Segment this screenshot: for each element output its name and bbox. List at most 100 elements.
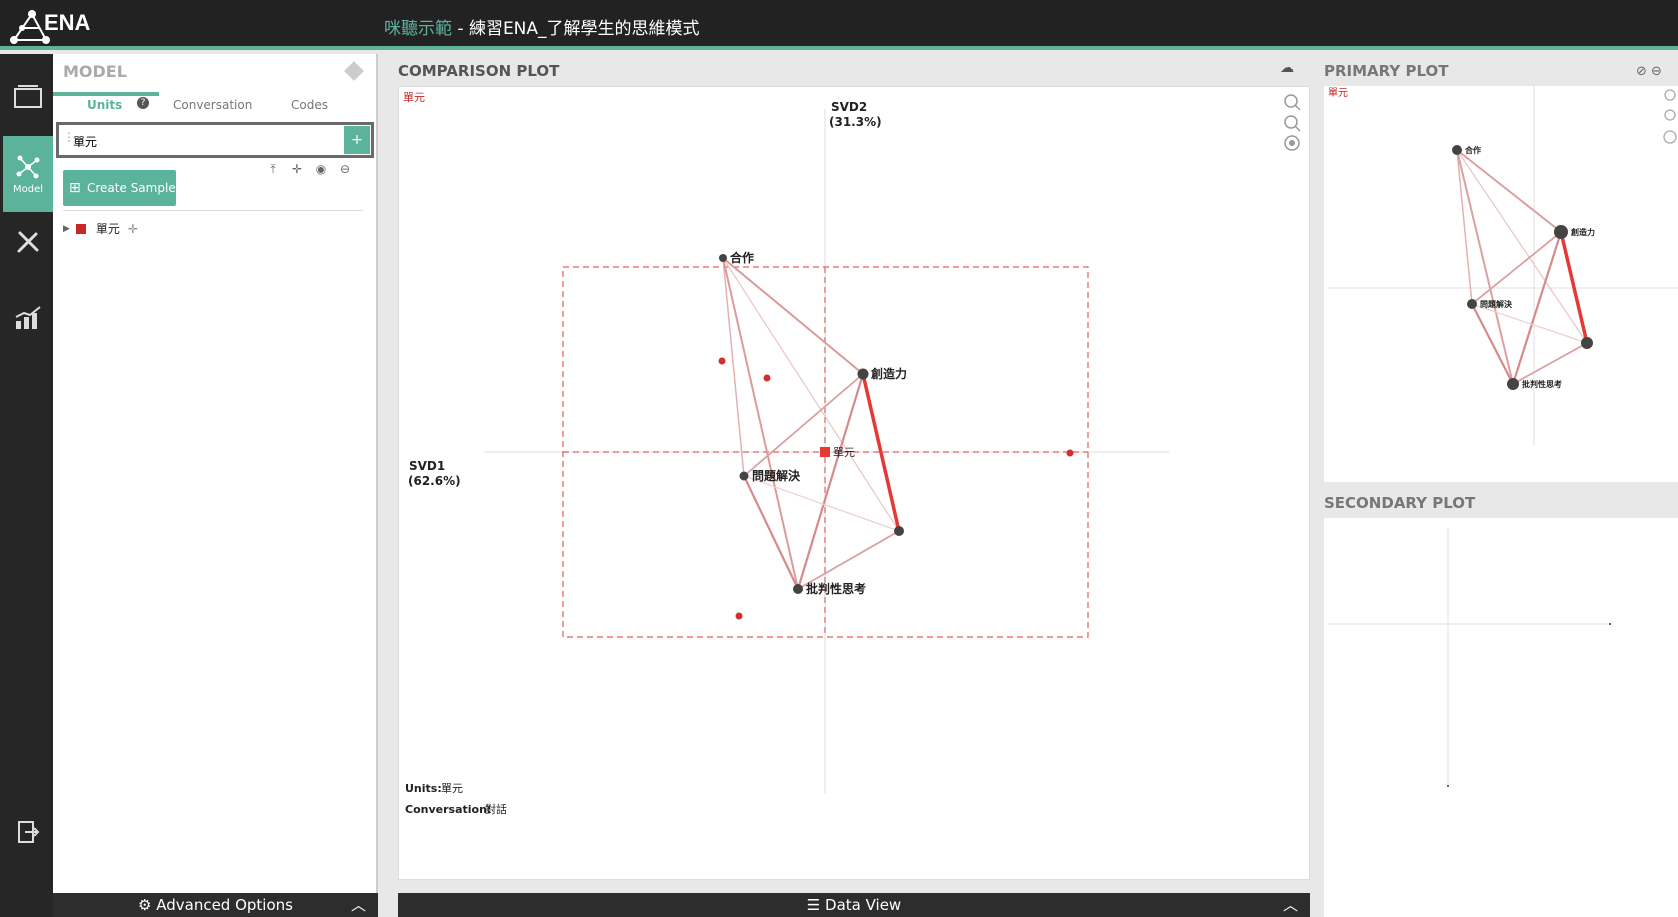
primary-corner-label: 單元 xyxy=(1328,87,1348,99)
upload-icon[interactable]: ⤒ xyxy=(261,162,285,177)
eye-off-icon[interactable]: ◉ xyxy=(309,162,333,176)
node-label: 批判性思考 xyxy=(806,581,866,596)
grid-icon: ⊞ xyxy=(69,180,81,196)
unit-point[interactable] xyxy=(1066,449,1074,457)
rail-model-button[interactable]: Model xyxy=(3,136,53,212)
page-title: 咪聽示範 - 練習ENA_了解學生的思維模式 xyxy=(384,14,700,39)
rail-data-button[interactable] xyxy=(3,58,53,134)
mean-marker[interactable] xyxy=(820,447,830,457)
comparison-network-svg: 單元 SVD2 (31.3%) SVD1 (62.6%) 單元 合作 創造力 問… xyxy=(403,91,1301,816)
node-critical-thinking[interactable] xyxy=(793,584,803,594)
axis-end-dot xyxy=(1447,785,1449,787)
rail-model-label: Model xyxy=(12,183,44,195)
create-sample-label: Create Sample xyxy=(87,181,176,195)
zoom-in-icon[interactable] xyxy=(1664,89,1676,101)
unit-search-input[interactable] xyxy=(63,129,339,153)
edge xyxy=(1456,149,1562,233)
rail-logout-button[interactable] xyxy=(3,794,53,870)
minus-circle-icon[interactable]: ⊖ xyxy=(333,162,357,176)
cloud-download-icon[interactable]: ☁ xyxy=(1280,60,1294,76)
diamond-arrow-icon[interactable] xyxy=(343,60,365,82)
node-cooperation[interactable] xyxy=(1452,145,1462,155)
expand-triangle-icon[interactable]: ▶ xyxy=(63,224,70,234)
node-problem-solving[interactable] xyxy=(739,471,749,481)
tab-active-indicator xyxy=(53,92,159,96)
unit-search-row: ⋮ + xyxy=(56,122,374,158)
data-view-bar[interactable]: ☰ Data View ︿ xyxy=(398,893,1310,917)
edge xyxy=(1456,149,1514,385)
help-icon[interactable]: ? xyxy=(137,97,149,109)
edge xyxy=(722,257,864,375)
tab-units[interactable]: Units xyxy=(87,98,122,112)
network-icon xyxy=(16,155,40,178)
tab-codes[interactable]: Codes xyxy=(291,98,328,112)
advanced-options-bar[interactable]: ⚙ Advanced Options ︿ xyxy=(53,893,378,917)
conversation-value: 對話 xyxy=(485,802,507,816)
node-label: 創造力 xyxy=(1570,227,1595,237)
node-cooperation[interactable] xyxy=(719,254,727,262)
node-problem-solving[interactable] xyxy=(1467,299,1477,309)
data-view-label: Data View xyxy=(825,896,902,914)
units-key: Units: xyxy=(405,782,442,795)
mean-label: 單元 xyxy=(833,446,855,459)
recenter-icon[interactable] xyxy=(1663,130,1677,144)
primary-network-svg: 單元 合作 創造力 問題解決 批判性思考 xyxy=(1328,86,1678,446)
svd1-label: SVD1 xyxy=(409,459,445,473)
node-label: 問題解決 xyxy=(1480,299,1513,309)
zoom-in-icon[interactable] xyxy=(1284,94,1301,111)
recenter-icon[interactable] xyxy=(1284,135,1300,151)
unit-point[interactable] xyxy=(735,612,743,620)
crosshair-icon[interactable]: ✛ xyxy=(285,162,309,176)
tree-item-label: 單元 xyxy=(95,222,120,236)
unit-tools: ⤒ ✛ ◉ ⊖ xyxy=(261,162,357,177)
divider xyxy=(63,210,363,211)
chevron-up-icon[interactable]: ︿ xyxy=(351,893,366,917)
primary-plot-title: PRIMARY PLOT xyxy=(1324,62,1449,80)
tab-conversation[interactable]: Conversation xyxy=(173,98,252,112)
chart-icon xyxy=(15,306,41,329)
zoom-out-icon[interactable] xyxy=(1664,109,1676,121)
axis-end-dot xyxy=(1609,623,1611,625)
node-creativity[interactable] xyxy=(1554,225,1568,239)
tree-item-unit[interactable]: ▶ 單元 ✛ xyxy=(63,220,138,237)
create-sample-button[interactable]: ⊞ Create Sample xyxy=(63,170,176,206)
primary-plot[interactable]: 單元 合作 創造力 問題解決 批判性思考 xyxy=(1324,86,1678,482)
node-unlabeled[interactable] xyxy=(894,526,904,536)
rail-tools-button[interactable] xyxy=(3,204,53,280)
node-unlabeled[interactable] xyxy=(1581,337,1593,349)
node-critical-thinking[interactable] xyxy=(1507,378,1519,390)
conversation-key: Conversation: xyxy=(405,803,491,816)
model-name: - 練習ENA_了解學生的思維模式 xyxy=(452,19,700,39)
project-name: 咪聽示範 xyxy=(384,19,452,39)
add-unit-button[interactable]: + xyxy=(344,126,370,154)
unit-point[interactable] xyxy=(763,374,771,382)
rail-chart-button[interactable] xyxy=(3,280,53,356)
secondary-plot[interactable] xyxy=(1324,518,1678,917)
node-label: 創造力 xyxy=(870,366,907,381)
minus-circle-icon[interactable]: ⊖ xyxy=(1651,64,1662,79)
secondary-plot-title: SECONDARY PLOT xyxy=(1324,494,1476,512)
svd2-pct: (31.3%) xyxy=(829,115,882,129)
edge xyxy=(722,257,745,477)
chevron-up-icon[interactable]: ︿ xyxy=(1283,893,1298,917)
primary-plot-tools: ⊘ ⊖ xyxy=(1636,64,1662,79)
zoom-out-icon[interactable] xyxy=(1284,115,1301,132)
svd1-pct: (62.6%) xyxy=(408,474,461,488)
edge xyxy=(722,257,900,532)
logo-text: ENA xyxy=(44,10,91,35)
node-creativity[interactable] xyxy=(857,368,869,380)
primary-edges xyxy=(1456,149,1589,386)
node-label: 問題解決 xyxy=(752,468,801,483)
edge xyxy=(722,257,799,590)
node-label: 合作 xyxy=(1464,145,1481,155)
model-tabs: Units ? Conversation Codes xyxy=(53,94,376,116)
comparison-plot[interactable]: 單元 SVD2 (31.3%) SVD1 (62.6%) 單元 合作 創造力 問… xyxy=(398,86,1310,880)
crosshair-icon[interactable]: ✛ xyxy=(128,222,138,236)
units-caption: Units: xyxy=(405,782,442,795)
unit-point[interactable] xyxy=(718,357,726,365)
units-value: 單元 xyxy=(441,782,463,795)
node-label: 合作 xyxy=(730,250,754,265)
eye-off-icon[interactable]: ⊘ xyxy=(1636,64,1647,79)
menu-icon: ☰ xyxy=(806,896,826,914)
model-panel-title: MODEL xyxy=(63,62,127,81)
